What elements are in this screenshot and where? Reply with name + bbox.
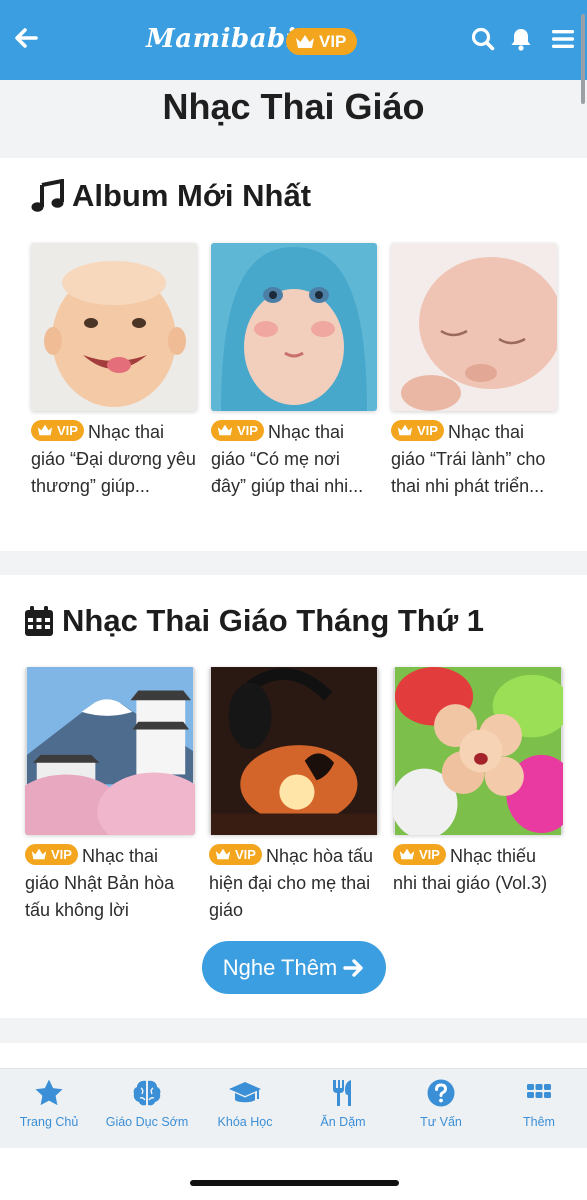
vip-badge: VIP (211, 419, 264, 441)
nav-label: Tư Vấn (420, 1115, 462, 1129)
album-title[interactable]: VIP Nhạc thai giáo “Có mẹ nơi đây” giúp … (211, 419, 379, 500)
crown-icon (399, 848, 415, 860)
nav-item-home[interactable]: Trang Chủ (0, 1069, 98, 1149)
crown-icon (215, 848, 231, 860)
nav-item-early-education[interactable]: Giáo Dục Sớm (98, 1069, 196, 1149)
album-cover-image[interactable] (209, 667, 379, 835)
music-note-icon (31, 179, 64, 212)
bell-icon[interactable] (508, 26, 534, 52)
vip-badge: VIP (393, 843, 446, 865)
nav-label: Giáo Dục Sớm (105, 1115, 189, 1129)
grid-icon (527, 1084, 551, 1098)
crown-icon (31, 848, 47, 860)
album-card[interactable]: VIP Nhạc thai giáo “Trái lành” cho thai … (391, 243, 559, 500)
graduation-cap-icon (229, 1082, 261, 1103)
nav-label: Ăn Dặm (320, 1115, 366, 1129)
nav-item-more[interactable]: Thêm (490, 1069, 587, 1149)
section-card-newest: Album Mới Nhất VIP Nhạc thai giáo “Đại d… (0, 158, 587, 551)
crown-icon (217, 424, 233, 436)
album-title[interactable]: VIP Nhạc thiếu nhi thai giáo (Vol.3) (393, 843, 561, 897)
album-card[interactable]: VIP Nhạc thai giáo Nhật Bản hòa tấu khôn… (25, 667, 195, 924)
vip-badge-label: VIP (57, 422, 78, 438)
vip-button[interactable]: VIP (286, 28, 358, 55)
section-heading: Album Mới Nhất (30, 178, 311, 214)
nav-item-weaning[interactable]: Ăn Dặm (294, 1069, 392, 1149)
listen-more-label: Nghe Thêm (222, 954, 338, 980)
album-card[interactable]: VIP Nhạc thiếu nhi thai giáo (Vol.3) (393, 667, 563, 897)
album-card[interactable]: VIP Nhạc thai giáo “Đại dương yêu thương… (31, 243, 199, 500)
album-title[interactable]: VIP Nhạc thai giáo “Đại dương yêu thương… (31, 419, 199, 500)
album-card[interactable]: VIP Nhạc thai giáo “Có mẹ nơi đây” giúp … (211, 243, 379, 500)
arrow-right-icon (343, 958, 363, 977)
vip-badge-label: VIP (419, 846, 440, 862)
vip-badge: VIP (391, 419, 444, 441)
nav-item-courses[interactable]: Khóa Học (196, 1069, 294, 1149)
vip-badge-label: VIP (417, 422, 438, 438)
vip-label: VIP (319, 31, 347, 51)
brain-icon (133, 1080, 161, 1106)
album-cover-image[interactable] (393, 667, 563, 835)
utensils-icon (333, 1080, 351, 1106)
nav-label: Trang Chủ (19, 1115, 79, 1129)
vip-badge-label: VIP (51, 846, 72, 862)
search-icon[interactable] (470, 26, 496, 52)
question-circle-icon (427, 1079, 455, 1107)
album-title[interactable]: VIP Nhạc thai giáo “Trái lành” cho thai … (391, 419, 559, 500)
section-title: Nhạc Thai Giáo Tháng Thứ 1 (62, 603, 485, 638)
crown-icon (37, 424, 53, 436)
bottom-navigation: Trang Chủ Giáo Dục Sớm Khóa Học Ăn Dặm T… (0, 1068, 587, 1148)
album-cover-image[interactable] (211, 243, 377, 411)
vip-badge-label: VIP (235, 846, 256, 862)
page-title: Nhạc Thai Giáo (162, 86, 425, 127)
album-title[interactable]: VIP Nhạc thai giáo Nhật Bản hòa tấu khôn… (25, 843, 193, 924)
brand-logo[interactable]: Mamibabi (146, 24, 296, 54)
top-app-bar: Mamibabi VIP (0, 0, 587, 80)
section-heading: Nhạc Thai Giáo Tháng Thứ 1 (24, 603, 484, 639)
home-indicator[interactable] (190, 1180, 399, 1186)
nav-item-consulting[interactable]: Tư Vấn (392, 1069, 490, 1149)
vip-badge: VIP (25, 843, 78, 865)
nav-label: Khóa Học (217, 1115, 273, 1129)
album-cover-image[interactable] (391, 243, 557, 411)
nav-label: Thêm (523, 1115, 555, 1129)
album-cover-image[interactable] (25, 667, 195, 835)
album-card[interactable]: VIP Nhạc hòa tấu hiện đại cho mẹ thai gi… (209, 667, 379, 924)
vip-badge: VIP (209, 843, 262, 865)
menu-icon[interactable] (550, 26, 576, 52)
album-cover-image[interactable] (31, 243, 197, 411)
crown-icon (296, 35, 314, 48)
back-arrow-icon[interactable] (10, 22, 42, 54)
vip-badge-label: VIP (237, 422, 258, 438)
vip-badge: VIP (31, 419, 84, 441)
bottom-safe-area (0, 1148, 587, 1200)
listen-more-button[interactable]: Nghe Thêm (202, 941, 386, 994)
crown-icon (397, 424, 413, 436)
section-title: Album Mới Nhất (72, 178, 312, 213)
calendar-icon (25, 606, 53, 636)
star-icon (35, 1079, 63, 1106)
album-title[interactable]: VIP Nhạc hòa tấu hiện đại cho mẹ thai gi… (209, 843, 377, 924)
